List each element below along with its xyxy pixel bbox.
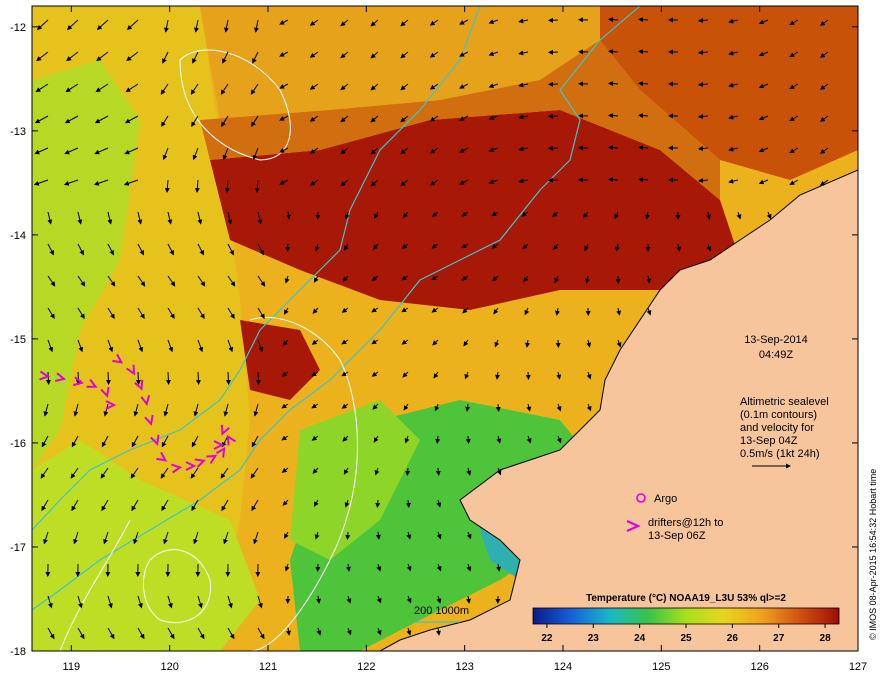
velocity-vector (548, 113, 559, 119)
colorbar-tick-label: 26 (727, 633, 739, 644)
colorbar-tick-label: 25 (680, 633, 692, 644)
velocity-vector (225, 371, 231, 385)
lat-tick-label: -17 (10, 542, 26, 554)
lon-tick-label: 124 (554, 661, 572, 673)
lat-tick-label: -13 (10, 126, 26, 138)
lat-tick-label: -18 (10, 646, 26, 658)
lat-tick-label: -16 (10, 438, 26, 450)
velocity-vector (195, 371, 201, 385)
altimetry-line-1: Altimetric sealevel (740, 396, 829, 408)
velocity-vector (255, 371, 261, 385)
colorbar-tick-label: 28 (820, 633, 832, 644)
velocity-vector (135, 371, 141, 385)
lat-tick-label: -15 (10, 334, 26, 346)
argo-label: Argo (654, 493, 677, 505)
velocity-vector (375, 499, 381, 508)
lon-tick-label: 125 (652, 661, 670, 673)
velocity-vector (638, 17, 649, 23)
velocity-vector (435, 467, 441, 476)
velocity-vector (638, 177, 649, 183)
velocity-vector (608, 113, 619, 119)
lat-tick-label: -14 (10, 230, 26, 242)
colorbar-tick-label: 24 (634, 633, 646, 644)
colorbar (532, 607, 840, 625)
velocity-vector (608, 145, 619, 151)
velocity-vector (105, 371, 111, 385)
velocity-vector (638, 49, 649, 55)
lat-tick-label: -12 (10, 22, 26, 34)
lon-tick-label: 123 (455, 661, 473, 673)
velocity-vector (548, 145, 559, 151)
altimetry-line-4: 13-Sep 04Z (740, 435, 798, 447)
velocity-vector (345, 531, 351, 540)
velocity-vector (608, 177, 619, 183)
colorbar-tick-label: 27 (773, 633, 785, 644)
time-label: 04:49Z (759, 349, 794, 361)
velocity-vector (45, 371, 51, 385)
colorbar-title: Temperature (°C) NOAA19_L3U 53% ql>=2 (586, 593, 786, 604)
velocity-vector (75, 371, 81, 385)
velocity-vector (638, 113, 649, 119)
velocity-vector (405, 467, 411, 476)
drifters-label-line-2: 13-Sep 06Z (648, 530, 706, 542)
velocity-vector (465, 435, 471, 444)
velocity-vector (548, 177, 559, 183)
velocity-vector (548, 17, 559, 23)
depth-contour-legend: 200 1000m (414, 605, 469, 617)
lon-tick-label: 127 (849, 661, 867, 673)
date-label: 13-Sep-2014 (744, 334, 808, 346)
velocity-vector (608, 49, 619, 55)
colorbar-tick-label: 22 (541, 633, 553, 644)
velocity-vector (548, 49, 559, 55)
velocity-vector (638, 81, 649, 87)
altimetry-line-3: and velocity for (740, 422, 814, 434)
sea-surface-temperature-map: 119 120 121 122 123 124 125 126 127 -12 -13 -14 -15 -… (10, 5, 878, 673)
drifters-label-line-1: drifters@12h to (648, 517, 723, 529)
lon-tick-label: 121 (259, 661, 277, 673)
lon-tick-label: 119 (63, 661, 81, 673)
lon-tick-label: 122 (357, 661, 375, 673)
altimetry-line-5: 0.5m/s (1kt 24h) (740, 448, 819, 460)
velocity-vector (525, 371, 531, 380)
velocity-vector (165, 371, 171, 385)
velocity-vector (638, 145, 649, 151)
velocity-vector (495, 403, 501, 412)
lon-tick-label: 120 (160, 661, 178, 673)
velocity-vector (608, 81, 619, 87)
velocity-vector (608, 17, 619, 23)
credit-text: © IMOS 08-Apr-2015 16:54:32 Hobart time (868, 469, 878, 640)
lon-tick-label: 126 (750, 661, 768, 673)
velocity-vector (548, 81, 559, 87)
altimetry-line-2: (0.1m contours) (740, 409, 817, 421)
plot-area (32, 6, 858, 651)
colorbar-tick-label: 23 (588, 633, 600, 644)
